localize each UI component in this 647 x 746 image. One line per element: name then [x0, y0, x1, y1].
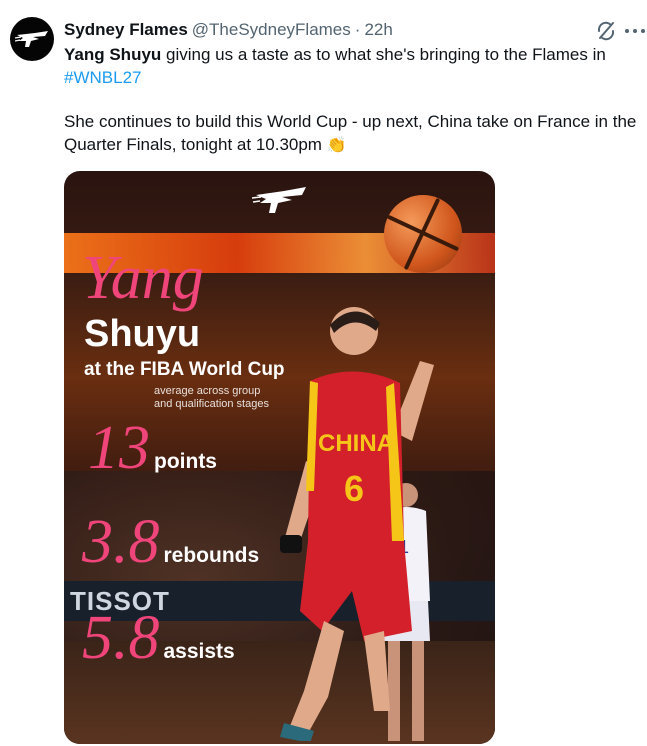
avatar[interactable]	[10, 17, 54, 61]
stat-label: assists	[163, 640, 235, 663]
stat-value: 5.8	[82, 604, 160, 672]
player-last-name: Shuyu	[84, 313, 201, 355]
tweet-paragraph-1: Yang Shuyu giving us a taste as to what …	[64, 44, 647, 89]
tweet-header: Sydney Flames @TheSydneyFlames · 22h	[64, 20, 393, 42]
separator-dot: ·	[354, 20, 361, 39]
hashtag-link[interactable]: #WNBL27	[64, 68, 141, 87]
flames-logo-icon	[15, 31, 48, 47]
player-first-name: Yang	[82, 244, 204, 312]
event-subtitle: at the FIBA World Cup	[84, 359, 285, 380]
tweet-line-1-text: giving us a taste as to what she's bring…	[161, 45, 606, 64]
tweet-image[interactable]: TISSOT 1 CHINA	[64, 171, 495, 744]
clapping-hands-emoji: 👏	[326, 136, 347, 154]
tweet-paragraph-2-text: She continues to build this World Cup - …	[64, 112, 637, 154]
display-name[interactable]: Sydney Flames	[64, 20, 188, 40]
more-options-icon[interactable]	[625, 22, 645, 40]
stat-overlay: Yang Shuyu at the FIBA World Cup average…	[64, 171, 495, 744]
user-handle[interactable]: @TheSydneyFlames	[192, 20, 351, 40]
tweet: Sydney Flames @TheSydneyFlames · 22h Yan…	[0, 0, 647, 746]
timestamp[interactable]: 22h	[364, 20, 392, 40]
stat-rebounds: 3.8 rebounds	[82, 511, 259, 573]
stat-value: 13	[88, 414, 150, 482]
stats-footnote-line-1: average across group	[154, 385, 261, 397]
mentioned-player-name: Yang Shuyu	[64, 45, 162, 64]
tweet-paragraph-2: She continues to build this World Cup - …	[64, 111, 647, 157]
stat-assists: 5.8 assists	[82, 607, 235, 669]
stats-footnote: average across group and qualification s…	[154, 385, 269, 411]
tweet-text: Yang Shuyu giving us a taste as to what …	[64, 44, 647, 157]
stat-label: points	[154, 450, 217, 473]
grok-icon[interactable]	[595, 20, 617, 42]
stats-footnote-line-2: and qualification stages	[154, 398, 269, 410]
stat-points: 13 points	[88, 417, 217, 479]
stat-label: rebounds	[163, 544, 260, 567]
stat-value: 3.8	[82, 508, 160, 576]
